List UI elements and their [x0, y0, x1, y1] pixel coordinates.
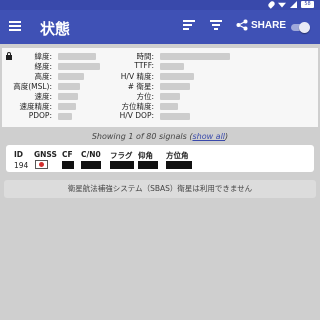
row-id: 194 [14, 161, 29, 170]
location-card: 緯度: 経度: 高度: 高度(MSL): 速度: 速度精度: PDOP: 時間:… [2, 48, 318, 127]
bearing-label: 方位: [136, 92, 154, 101]
status-bar: 58 [0, 0, 320, 10]
signals-summary: Showing 1 of 80 signals (show all) [0, 132, 320, 141]
header-azimuth: 方位角 [166, 151, 189, 160]
hv-accuracy-label: H/V 精度: [120, 72, 154, 81]
header-gnss: GNSS [34, 150, 57, 159]
filter-icon[interactable] [210, 20, 222, 34]
app-bar: 状態 SHARE [0, 10, 320, 44]
share-icon [236, 19, 248, 31]
azimuth-value [166, 161, 192, 169]
wifi-icon [278, 2, 286, 8]
time-label: 時間: [136, 52, 154, 61]
menu-icon[interactable] [9, 21, 21, 31]
ttff-label: TTFF: [134, 61, 154, 70]
signal-icon [290, 1, 297, 8]
hv-accuracy-value [160, 73, 194, 80]
header-id: ID [14, 150, 24, 159]
header-flags: フラグ [110, 151, 133, 160]
show-all-link[interactable]: show all [192, 132, 225, 141]
elevation-value [138, 161, 158, 169]
num-sats-value [160, 83, 190, 90]
bearing-accuracy-label: 方位精度: [121, 102, 154, 111]
battery-icon: 58 [301, 1, 314, 8]
bearing-value [160, 93, 180, 100]
japan-flag-icon [35, 160, 48, 169]
header-elevation: 仰角 [138, 151, 153, 160]
page-title: 状態 [40, 20, 71, 38]
satellite-table: ID GNSS CF C/N0 フラグ 仰角 方位角 194 [6, 145, 314, 172]
time-value [160, 53, 230, 60]
location-icon [267, 0, 276, 9]
header-cn0: C/N0 [81, 150, 101, 159]
share-button[interactable]: SHARE [236, 19, 286, 31]
header-cf: CF [62, 150, 73, 159]
toggle-switch[interactable] [291, 22, 310, 33]
num-sats-label: # 衛星: [127, 82, 154, 91]
bearing-accuracy-value [160, 103, 178, 110]
cn0-value [81, 161, 101, 169]
flags-value [110, 161, 134, 169]
sbas-message: 衛星航法補強システム（SBAS）衛星は利用できません [4, 180, 316, 198]
signals-summary-text: Showing 1 of 80 signals ( [91, 132, 193, 141]
hv-dop-label: H/V DOP: [119, 111, 154, 120]
ttff-value [160, 63, 184, 70]
signals-summary-close: ) [225, 132, 229, 141]
share-label: SHARE [251, 19, 287, 31]
cf-value [62, 161, 74, 169]
hv-dop-value [160, 113, 190, 120]
sort-icon[interactable] [183, 20, 195, 34]
toggle-thumb [299, 22, 310, 33]
